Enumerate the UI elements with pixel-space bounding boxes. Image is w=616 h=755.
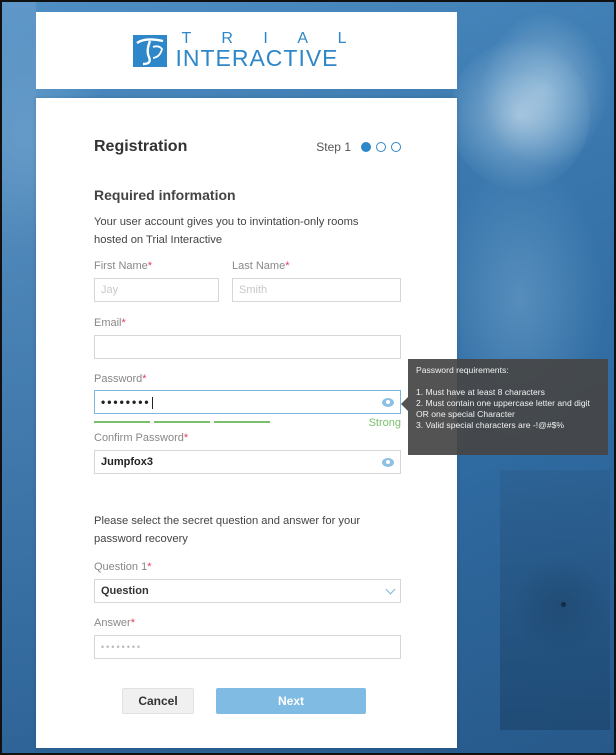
first-name-label: First Name* <box>94 260 152 272</box>
email-field[interactable] <box>94 335 401 359</box>
required-marker: * <box>130 617 135 629</box>
background-dot <box>561 602 566 607</box>
answer-label-text: Answer <box>94 617 131 629</box>
logo-line-interactive: INTERACTIVE <box>175 45 339 71</box>
answer-value: •••••••• <box>101 642 143 652</box>
last-name-value: Smith <box>239 284 268 296</box>
password-label-text: Password <box>94 373 143 385</box>
required-marker: * <box>147 561 152 573</box>
password-strength-meter <box>94 421 274 423</box>
chevron-down-icon <box>385 584 396 594</box>
tooltip-rule: 2. Must contain one uppercase letter and… <box>416 398 590 419</box>
step-dot-2 <box>376 142 386 152</box>
first-name-field[interactable]: Jay <box>94 278 219 302</box>
answer-field[interactable]: •••••••• <box>94 635 401 659</box>
required-marker: * <box>285 260 290 272</box>
tooltip-rule: 1. Must have at least 8 characters <box>416 387 545 397</box>
strength-segment <box>214 421 270 423</box>
password-field[interactable]: •••••••• <box>94 390 401 414</box>
background-lens <box>450 40 590 190</box>
next-button[interactable]: Next <box>216 688 366 714</box>
tooltip-rule: 3. Valid special characters are -!@#$% <box>416 420 565 430</box>
step-dot-1-active <box>361 142 371 152</box>
required-marker: * <box>121 317 126 329</box>
confirm-password-value: Jumpfox3 <box>101 456 153 468</box>
logo-wordmark: T R I A L INTERACTIVE <box>175 31 359 70</box>
required-marker: * <box>147 260 153 272</box>
last-name-label: Last Name* <box>232 260 289 272</box>
question-label-text: Question 1 <box>94 561 148 573</box>
answer-label: Answer* <box>94 617 135 629</box>
step-dots <box>361 142 401 152</box>
section-title: Required information <box>94 187 236 203</box>
registration-card: Registration Step 1 Required information… <box>36 98 457 748</box>
background-panel <box>500 470 610 730</box>
email-label: Email* <box>94 317 126 329</box>
tooltip-title: Password requirements: <box>416 365 509 375</box>
required-marker: * <box>183 432 189 444</box>
trial-interactive-logo-icon <box>133 34 168 67</box>
card-header: Registration Step 1 <box>94 138 401 156</box>
page-title: Registration <box>94 138 188 155</box>
question-label: Question 1* <box>94 561 151 573</box>
confirm-password-label: Confirm Password* <box>94 432 188 444</box>
confirm-password-label-text: Confirm Password <box>94 432 184 444</box>
background-edge <box>0 0 36 755</box>
question-select[interactable]: Question <box>94 579 401 603</box>
password-requirements-tooltip: Password requirements: 1. Must have at l… <box>401 359 608 455</box>
password-strength-label: Strong <box>368 417 401 429</box>
strength-segment <box>154 421 210 423</box>
email-label-text: Email <box>94 317 122 329</box>
required-marker: * <box>142 373 147 385</box>
password-value: •••••••• <box>101 394 153 410</box>
recovery-description: Please select the secret question and an… <box>94 515 361 545</box>
first-name-value: Jay <box>101 284 119 296</box>
step-label: Step 1 <box>316 140 351 154</box>
show-password-eye-icon[interactable] <box>382 397 394 407</box>
show-confirm-password-eye-icon[interactable] <box>382 457 394 467</box>
last-name-label-text: Last Name <box>232 260 286 272</box>
confirm-password-field[interactable]: Jumpfox3 <box>94 450 401 474</box>
password-label: Password* <box>94 373 147 385</box>
last-name-field[interactable]: Smith <box>232 278 401 302</box>
section-description: Your user account gives you to invintati… <box>94 216 359 246</box>
logo-header: T R I A L INTERACTIVE <box>36 12 457 89</box>
question-selected-value: Question <box>101 585 149 597</box>
first-name-label-text: First Name <box>94 260 148 272</box>
step-indicator: Step 1 <box>316 140 401 154</box>
strength-segment <box>94 421 150 423</box>
cancel-button[interactable]: Cancel <box>122 688 194 714</box>
step-dot-3 <box>391 142 401 152</box>
